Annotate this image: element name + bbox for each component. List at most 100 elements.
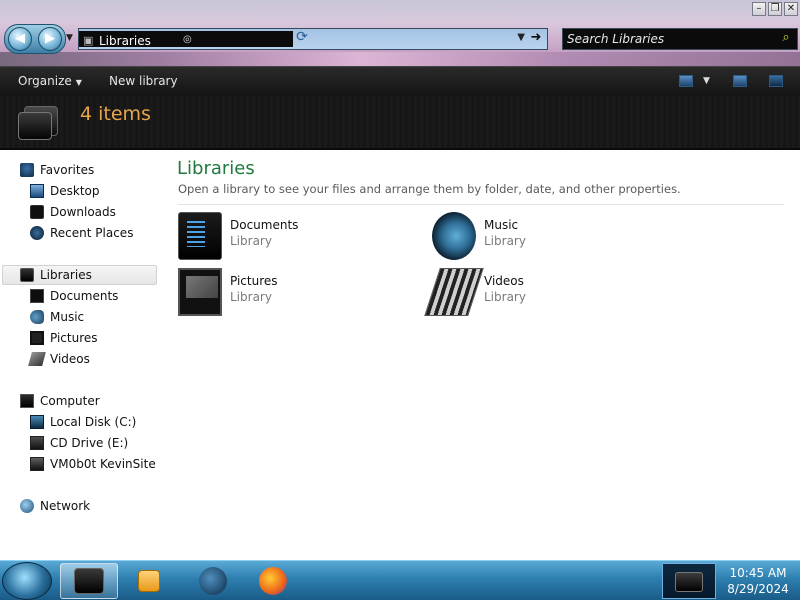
sidebar-item-documents[interactable]: Documents bbox=[30, 286, 118, 306]
sidebar-favorites-label: Favorites bbox=[40, 163, 95, 177]
firefox-icon bbox=[259, 567, 287, 595]
cd-drive-icon bbox=[30, 436, 44, 450]
taskbar-browser-button[interactable] bbox=[184, 563, 242, 599]
search-box[interactable]: Search Libraries ⌕ bbox=[562, 28, 798, 50]
sidebar-item-label: Downloads bbox=[50, 205, 116, 219]
go-icon[interactable]: ➜ bbox=[527, 30, 545, 48]
sidebar-item-local-disk[interactable]: Local Disk (C:) bbox=[30, 412, 136, 432]
sidebar-item-desktop[interactable]: Desktop bbox=[30, 181, 100, 201]
desktop-icon bbox=[30, 184, 44, 198]
organize-button[interactable]: Organize ▼ bbox=[18, 74, 82, 88]
sidebar-item-cd-drive[interactable]: CD Drive (E:) bbox=[30, 433, 128, 453]
computer-icon bbox=[20, 394, 34, 408]
downloads-icon bbox=[30, 205, 44, 219]
explorer-icon bbox=[74, 568, 104, 594]
organize-caret-icon: ▼ bbox=[75, 78, 82, 87]
sidebar-item-label: Desktop bbox=[50, 184, 100, 198]
page-title: Libraries bbox=[177, 158, 255, 179]
back-button[interactable]: ◀ bbox=[8, 27, 32, 51]
taskbar-explorer-button[interactable] bbox=[60, 563, 118, 599]
music-library-icon bbox=[432, 212, 476, 260]
refresh-icon[interactable]: ⟳ bbox=[289, 29, 315, 49]
sidebar-network[interactable]: Network bbox=[20, 496, 90, 516]
window-controls: – ❐ ✕ bbox=[752, 2, 798, 16]
search-input[interactable]: Search Libraries bbox=[567, 31, 664, 47]
sidebar-item-downloads[interactable]: Downloads bbox=[30, 202, 116, 222]
library-type: Library bbox=[230, 290, 272, 304]
library-name: Videos bbox=[484, 274, 524, 288]
address-breadcrumb: ▣ Libraries ◎ bbox=[79, 31, 293, 49]
navigation-pane: Favorites Desktop Downloads Recent Place… bbox=[0, 150, 162, 560]
change-view-icon[interactable] bbox=[679, 75, 693, 87]
library-type: Library bbox=[484, 290, 526, 304]
taskbar-firefox-button[interactable] bbox=[244, 563, 302, 599]
divider bbox=[178, 204, 784, 205]
address-path[interactable]: Libraries bbox=[99, 33, 151, 49]
library-pictures[interactable]: Pictures Library bbox=[178, 268, 418, 318]
sidebar-item-music[interactable]: Music bbox=[30, 307, 84, 327]
sidebar-item-label: Documents bbox=[50, 289, 119, 303]
library-videos[interactable]: Videos Library bbox=[424, 268, 672, 318]
library-music[interactable]: Music Library bbox=[432, 212, 672, 262]
minimize-button[interactable]: – bbox=[752, 2, 766, 16]
recent-pages-dropdown-icon[interactable]: ▼ bbox=[66, 33, 76, 43]
sidebar-libraries[interactable]: Libraries bbox=[2, 265, 157, 285]
tray-app-icon bbox=[675, 572, 703, 592]
libraries-large-icon bbox=[18, 102, 62, 142]
sidebar-item-label: Pictures bbox=[50, 331, 98, 345]
new-library-label: New library bbox=[109, 74, 178, 88]
taskbar-media-player-button[interactable] bbox=[120, 563, 178, 599]
details-header: 4 items bbox=[0, 96, 800, 150]
sidebar-item-recent-places[interactable]: Recent Places bbox=[30, 223, 133, 243]
forward-button[interactable]: ▶ bbox=[38, 27, 62, 51]
start-button[interactable] bbox=[2, 562, 52, 600]
library-documents[interactable]: Documents Library bbox=[178, 212, 418, 262]
sidebar-computer[interactable]: Computer bbox=[20, 391, 100, 411]
system-clock[interactable]: 10:45 AM 8/29/2024 bbox=[718, 565, 798, 597]
videos-library-icon bbox=[424, 268, 484, 316]
navigation-buttons: ◀ ▶ bbox=[4, 24, 66, 54]
documents-library-icon bbox=[178, 212, 222, 260]
media-player-icon bbox=[138, 570, 160, 592]
preview-pane-icon[interactable] bbox=[733, 75, 747, 87]
item-count: 4 items bbox=[80, 103, 151, 125]
libraries-breadcrumb-icon: ▣ bbox=[83, 34, 94, 47]
sidebar-computer-label: Computer bbox=[40, 394, 100, 408]
local-disk-icon bbox=[30, 415, 44, 429]
close-button[interactable]: ✕ bbox=[784, 2, 798, 16]
sidebar-network-label: Network bbox=[40, 499, 91, 513]
address-dropdown-icon[interactable]: ▼ bbox=[517, 32, 525, 43]
library-type: Library bbox=[484, 234, 526, 248]
sidebar-item-pictures[interactable]: Pictures bbox=[30, 328, 98, 348]
content-pane: Libraries Open a library to see your fil… bbox=[162, 150, 800, 560]
recent-places-icon bbox=[30, 226, 44, 240]
help-icon[interactable] bbox=[769, 75, 783, 87]
library-name: Pictures bbox=[230, 274, 278, 288]
more-options-icon[interactable]: ▼ bbox=[703, 76, 710, 86]
documents-icon bbox=[30, 289, 44, 303]
sidebar-item-network-drive[interactable]: VM0b0t KevinSite bbox=[30, 454, 156, 474]
sidebar-item-videos[interactable]: Videos bbox=[28, 349, 90, 369]
sidebar-libraries-label: Libraries bbox=[40, 268, 92, 282]
library-name: Music bbox=[484, 218, 519, 232]
favorites-icon bbox=[20, 163, 34, 177]
pictures-icon bbox=[30, 331, 44, 345]
address-bar[interactable]: ▣ Libraries ◎ ⟳ ▼ ➜ bbox=[78, 28, 548, 50]
library-type: Library bbox=[230, 234, 272, 248]
search-icon[interactable]: ⌕ bbox=[777, 30, 795, 48]
libraries-icon bbox=[20, 268, 34, 282]
globe-icon bbox=[199, 567, 227, 595]
sidebar-item-label: VM0b0t KevinSite bbox=[50, 457, 156, 471]
sidebar-favorites[interactable]: Favorites bbox=[20, 160, 94, 180]
breadcrumb-chevron-icon[interactable]: ◎ bbox=[183, 34, 192, 45]
clock-date: 8/29/2024 bbox=[727, 582, 789, 596]
title-bar-stripe bbox=[0, 52, 800, 66]
videos-icon bbox=[28, 352, 46, 366]
new-library-button[interactable]: New library bbox=[109, 74, 178, 88]
sidebar-item-label: CD Drive (E:) bbox=[50, 436, 129, 450]
sidebar-item-label: Music bbox=[50, 310, 85, 324]
show-desktop-tray[interactable] bbox=[662, 563, 716, 599]
maximize-button[interactable]: ❐ bbox=[768, 2, 782, 16]
title-bar: ◀ ▶ ▼ ▣ Libraries ◎ ⟳ ▼ ➜ Search Librari… bbox=[0, 0, 800, 66]
sidebar-item-label: Recent Places bbox=[50, 226, 134, 240]
